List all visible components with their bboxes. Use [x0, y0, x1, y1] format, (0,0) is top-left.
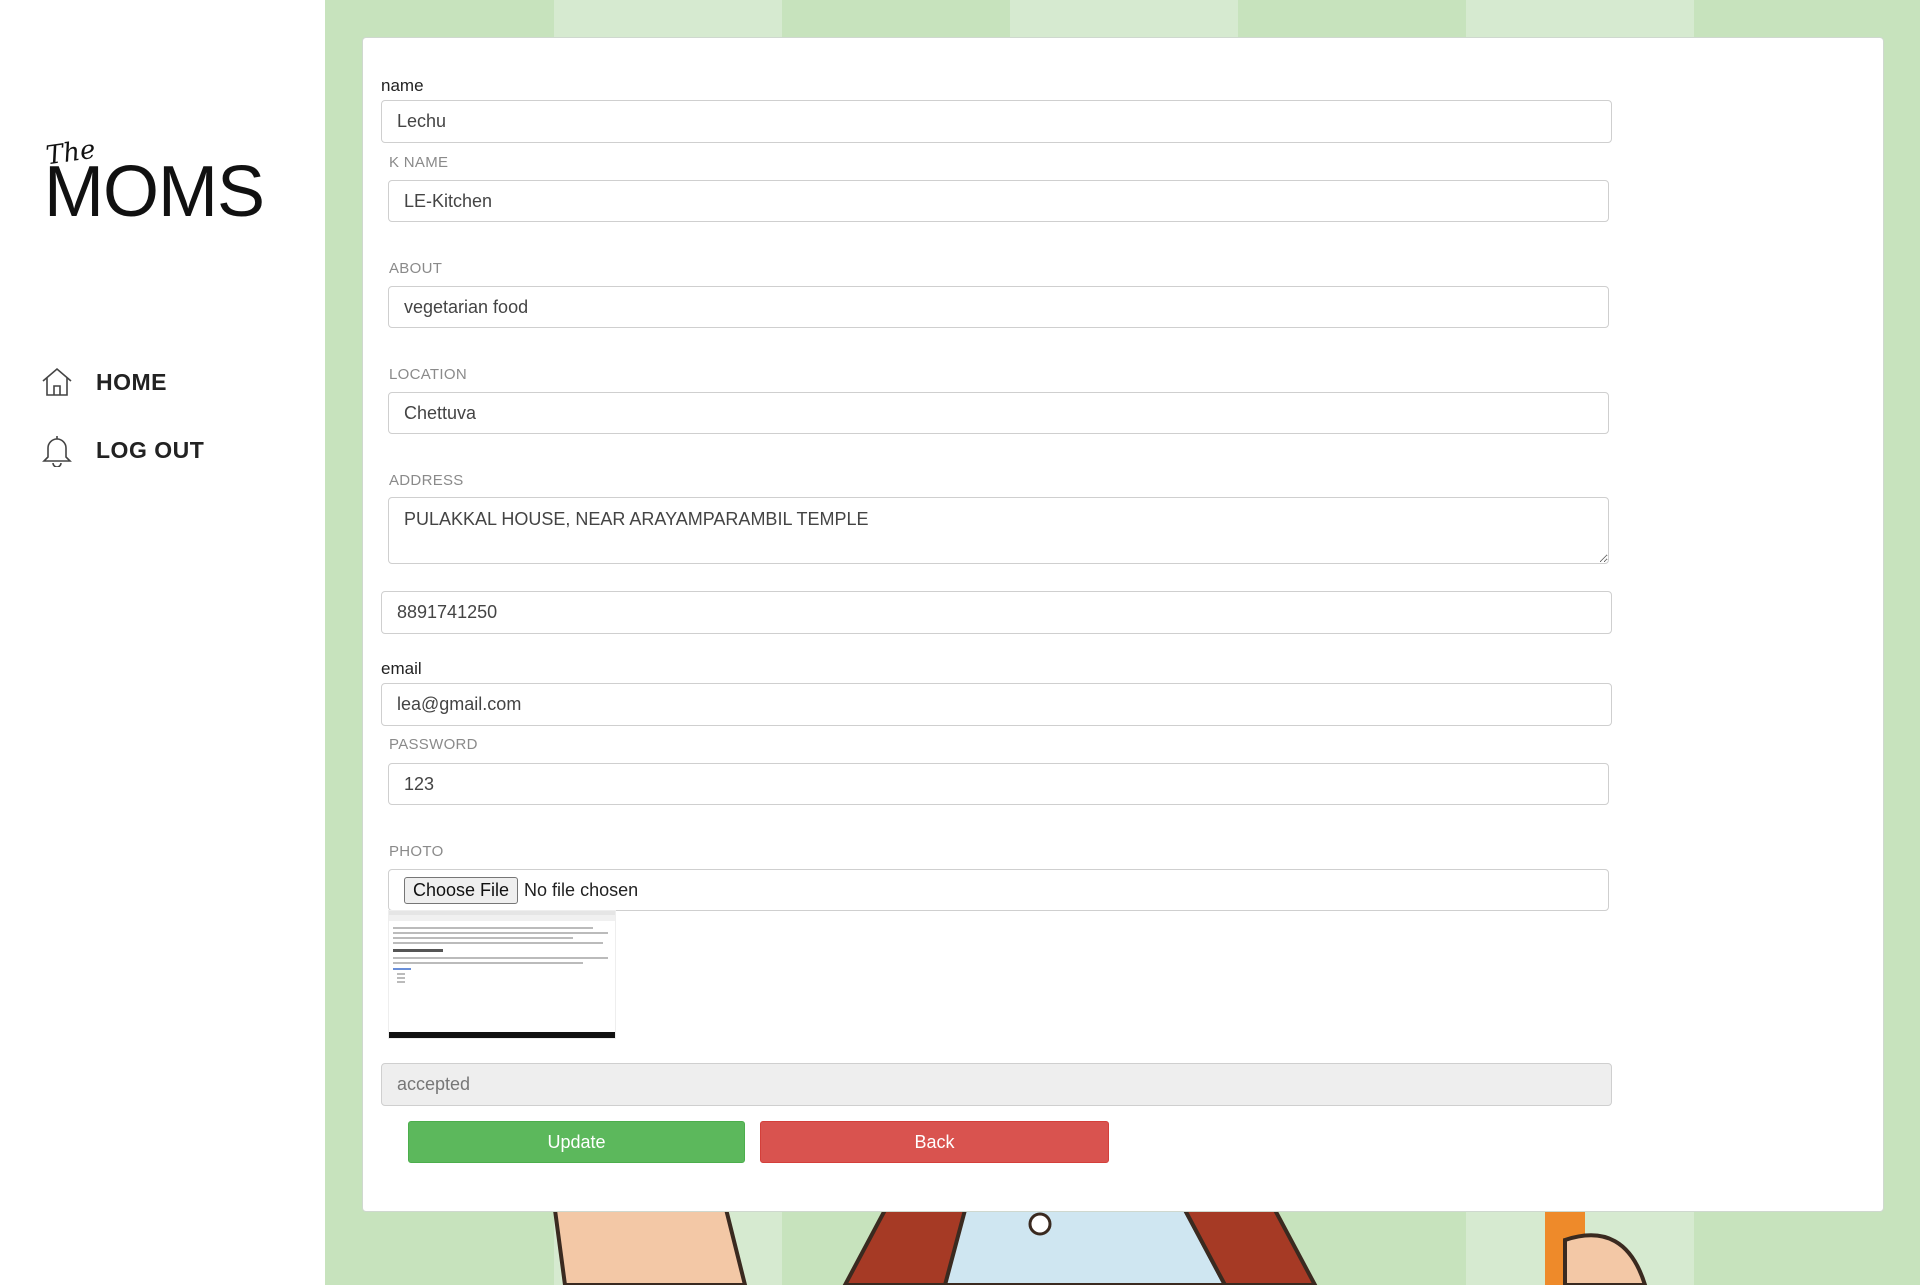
address-textarea[interactable]: PULAKKAL HOUSE, NEAR ARAYAMPARAMBIL TEMP…: [388, 497, 1609, 564]
location-input[interactable]: [388, 392, 1609, 434]
email-label: email: [381, 659, 422, 678]
address-label: ADDRESS: [389, 472, 464, 489]
nav-item-logout[interactable]: LOG OUT: [40, 433, 204, 467]
bell-icon: [42, 436, 72, 467]
about-label: ABOUT: [389, 260, 443, 277]
home-icon: [42, 367, 72, 396]
photo-thumbnail: [388, 910, 616, 1039]
nav-label-logout: LOG OUT: [96, 436, 205, 463]
kitchen-name-label: K NAME: [389, 154, 449, 171]
email-input[interactable]: [381, 683, 1612, 726]
password-input[interactable]: [388, 763, 1609, 805]
brand-logo: The MOMS: [44, 135, 265, 228]
nav-item-home[interactable]: HOME: [40, 365, 167, 399]
nav-label-home: HOME: [96, 368, 167, 395]
phone-input[interactable]: [381, 591, 1612, 634]
name-label: name: [381, 76, 424, 95]
sidebar: The MOMS HOME LOG OUT: [0, 0, 325, 1285]
chef-illustration: [552, 1200, 1648, 1285]
logo-main-text: MOMS: [44, 152, 265, 232]
password-label: PASSWORD: [389, 736, 478, 753]
name-input[interactable]: [381, 100, 1612, 143]
about-input[interactable]: [388, 286, 1609, 328]
update-button[interactable]: Update: [408, 1121, 745, 1163]
photo-label: PHOTO: [389, 843, 444, 860]
location-label: LOCATION: [389, 366, 467, 383]
kitchen-name-input[interactable]: [388, 180, 1609, 222]
photo-file-input[interactable]: Choose File No file chosen: [388, 869, 1609, 911]
file-status-text: No file chosen: [524, 879, 639, 900]
status-input: [381, 1063, 1612, 1106]
back-button[interactable]: Back: [760, 1121, 1109, 1163]
choose-file-button[interactable]: Choose File: [404, 876, 519, 904]
